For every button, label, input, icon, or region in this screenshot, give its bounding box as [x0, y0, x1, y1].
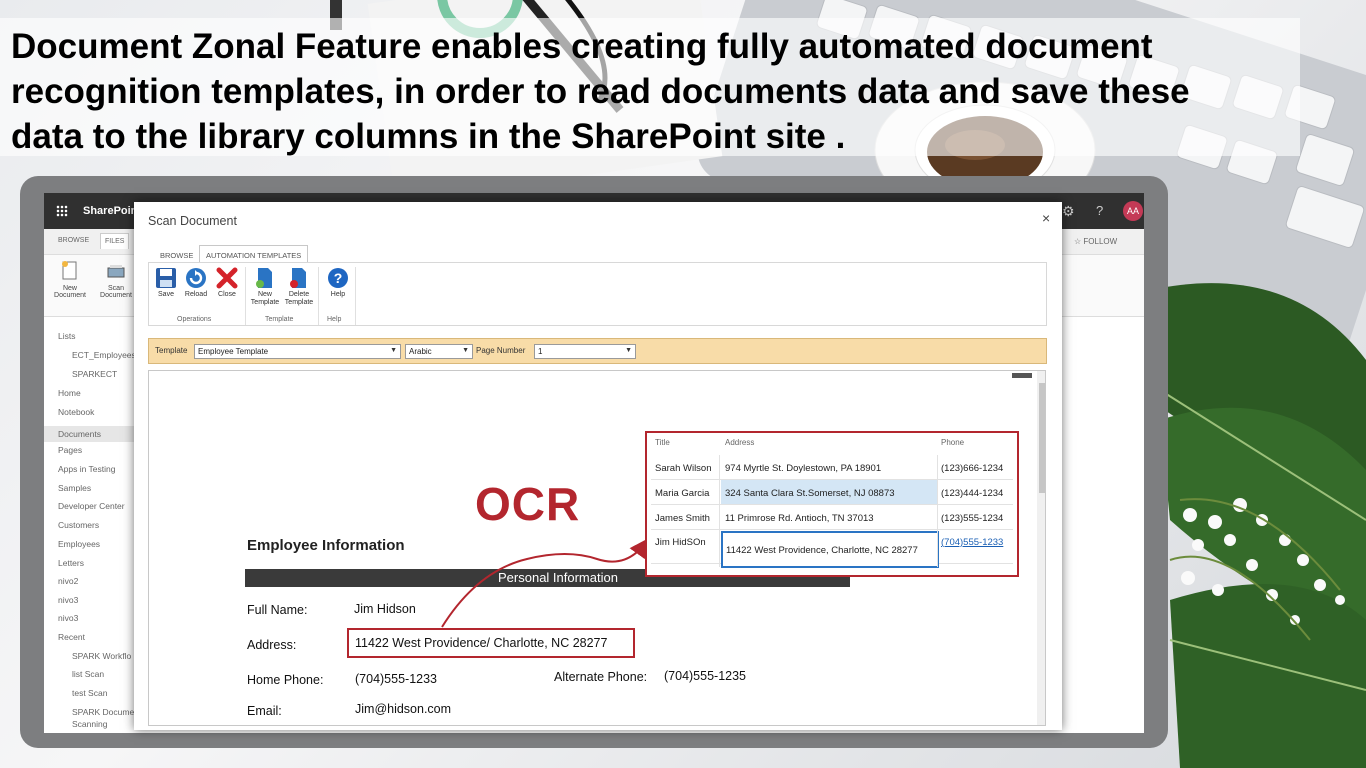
scan-document-label: Scan Document [100, 285, 132, 299]
nav-item[interactable]: list Scan [72, 669, 104, 679]
language-select[interactable]: Arabic ▼ [405, 344, 473, 359]
dialog-tab-bar: BROWSE AUTOMATION TEMPLATES [148, 244, 1048, 264]
tab-browse[interactable]: BROWSE [58, 237, 89, 244]
follow-button[interactable]: ☆ FOLLOW [1074, 237, 1117, 246]
app-launcher-icon[interactable] [56, 205, 68, 217]
nav-item[interactable]: Developer Center [58, 501, 125, 511]
delete-template-button[interactable]: Delete Template [282, 267, 316, 307]
close-label: Close [218, 291, 236, 298]
new-template-icon [256, 268, 272, 288]
template-select[interactable]: Employee Template ▼ [194, 344, 401, 359]
avatar[interactable]: AA [1123, 201, 1143, 221]
close-x-icon [216, 267, 238, 289]
table-highlight-box [645, 431, 1019, 577]
leaves-illustration [1150, 283, 1366, 768]
new-template-label-2: Template [250, 299, 280, 306]
headline-line-3: data to the library columns in the Share… [11, 117, 846, 156]
group-separator [318, 267, 319, 325]
headline-banner: Document Zonal Feature enables creating … [0, 18, 1300, 156]
group-separator [245, 267, 246, 325]
new-document-button[interactable]: New Document [50, 261, 90, 299]
nav-item[interactable]: Customers [58, 520, 99, 530]
nav-item[interactable]: test Scan [72, 688, 107, 698]
template-label: Template [155, 346, 188, 355]
reload-icon [186, 268, 206, 288]
follow-label: FOLLOW [1083, 237, 1118, 246]
help-question-icon[interactable]: ? [1096, 203, 1103, 218]
group-label-operations: Operations [177, 316, 212, 323]
close-icon[interactable]: × [1042, 210, 1050, 226]
nav-item[interactable]: Home [58, 388, 81, 398]
dialog-ribbon: Save Reload Close Operations New Templat… [148, 262, 1047, 326]
new-template-label-1: New [257, 291, 272, 298]
language-select-value: Arabic [409, 347, 432, 356]
scanner-icon [107, 265, 125, 278]
nav-item[interactable]: Samples [58, 483, 91, 493]
scanned-page: Employee Information Personal Informatio… [157, 371, 1032, 725]
help-button[interactable]: ? Help [321, 267, 355, 299]
vertical-scrollbar[interactable] [1037, 371, 1045, 725]
group-separator [355, 267, 356, 325]
scroll-thumb[interactable] [1039, 383, 1045, 493]
reload-button[interactable]: Reload [179, 267, 213, 299]
close-button[interactable]: Close [210, 267, 244, 299]
new-document-label: New Document [54, 285, 86, 299]
dropdown-arrow-icon: ▼ [390, 347, 397, 354]
reload-label: Reload [184, 291, 208, 298]
svg-text:?: ? [334, 270, 343, 286]
template-select-value: Employee Template [198, 347, 269, 356]
save-label: Save [158, 291, 174, 298]
tab-browse[interactable]: BROWSE [154, 248, 199, 263]
nav-item[interactable]: Letters [58, 558, 84, 568]
help-icon: ? [328, 268, 348, 288]
sharepoint-brand[interactable]: SharePoin [83, 205, 137, 217]
group-label-help: Help [327, 316, 342, 323]
nav-item[interactable]: Employees [58, 539, 100, 549]
document-viewer[interactable]: Employee Information Personal Informatio… [148, 370, 1046, 726]
help-label: Help [330, 291, 346, 298]
nav-item[interactable]: Notebook [58, 407, 94, 417]
nav-item[interactable]: SPARK Docume [72, 707, 134, 717]
template-bar: Template Employee Template ▼ Arabic ▼ Pa… [148, 338, 1047, 364]
group-label-template: Template [265, 316, 294, 323]
nav-item[interactable]: Pages [58, 445, 82, 455]
nav-item[interactable]: Lists [58, 331, 75, 341]
delete-template-label-1: Delete [288, 291, 310, 298]
nav-item[interactable]: Scanning [72, 719, 107, 729]
tab-files[interactable]: FILES [100, 233, 130, 249]
page-marker [1012, 373, 1032, 378]
nav-item[interactable]: Documents [44, 426, 136, 442]
nav-item[interactable]: Apps in Testing [58, 464, 116, 474]
page-number-value: 1 [538, 347, 543, 356]
nav-item[interactable]: ECT_Employees [72, 350, 136, 360]
headline-line-2: recognition templates, in order to read … [11, 72, 1190, 111]
dialog-title: Scan Document [148, 214, 237, 228]
save-icon [156, 268, 176, 288]
page-number-label: Page Number [476, 346, 526, 355]
nav-item[interactable]: nivo3 [58, 595, 78, 605]
headline-line-1: Document Zonal Feature enables creating … [11, 27, 1153, 66]
gear-icon[interactable]: ⚙ [1062, 203, 1075, 220]
delete-template-icon [290, 268, 306, 288]
scan-document-dialog: Scan Document × BROWSE AUTOMATION TEMPLA… [134, 202, 1062, 730]
delete-template-label-2: Template [284, 299, 314, 306]
nav-item[interactable]: SPARKECT [72, 369, 117, 379]
nav-item[interactable]: Recent [58, 632, 85, 642]
dropdown-arrow-icon: ▼ [462, 347, 469, 354]
dropdown-arrow-icon: ▼ [625, 347, 632, 354]
nav-item[interactable]: SPARK Workflo [72, 651, 131, 661]
page-number-select[interactable]: 1 ▼ [534, 344, 636, 359]
nav-item[interactable]: nivo3 [58, 613, 78, 623]
star-icon: ☆ [1074, 237, 1084, 246]
scan-document-button[interactable]: Scan Document [96, 261, 136, 299]
nav-item[interactable]: nivo2 [58, 576, 78, 586]
save-button[interactable]: Save [149, 267, 183, 299]
new-template-button[interactable]: New Template [248, 267, 282, 307]
new-document-icon [62, 261, 77, 280]
